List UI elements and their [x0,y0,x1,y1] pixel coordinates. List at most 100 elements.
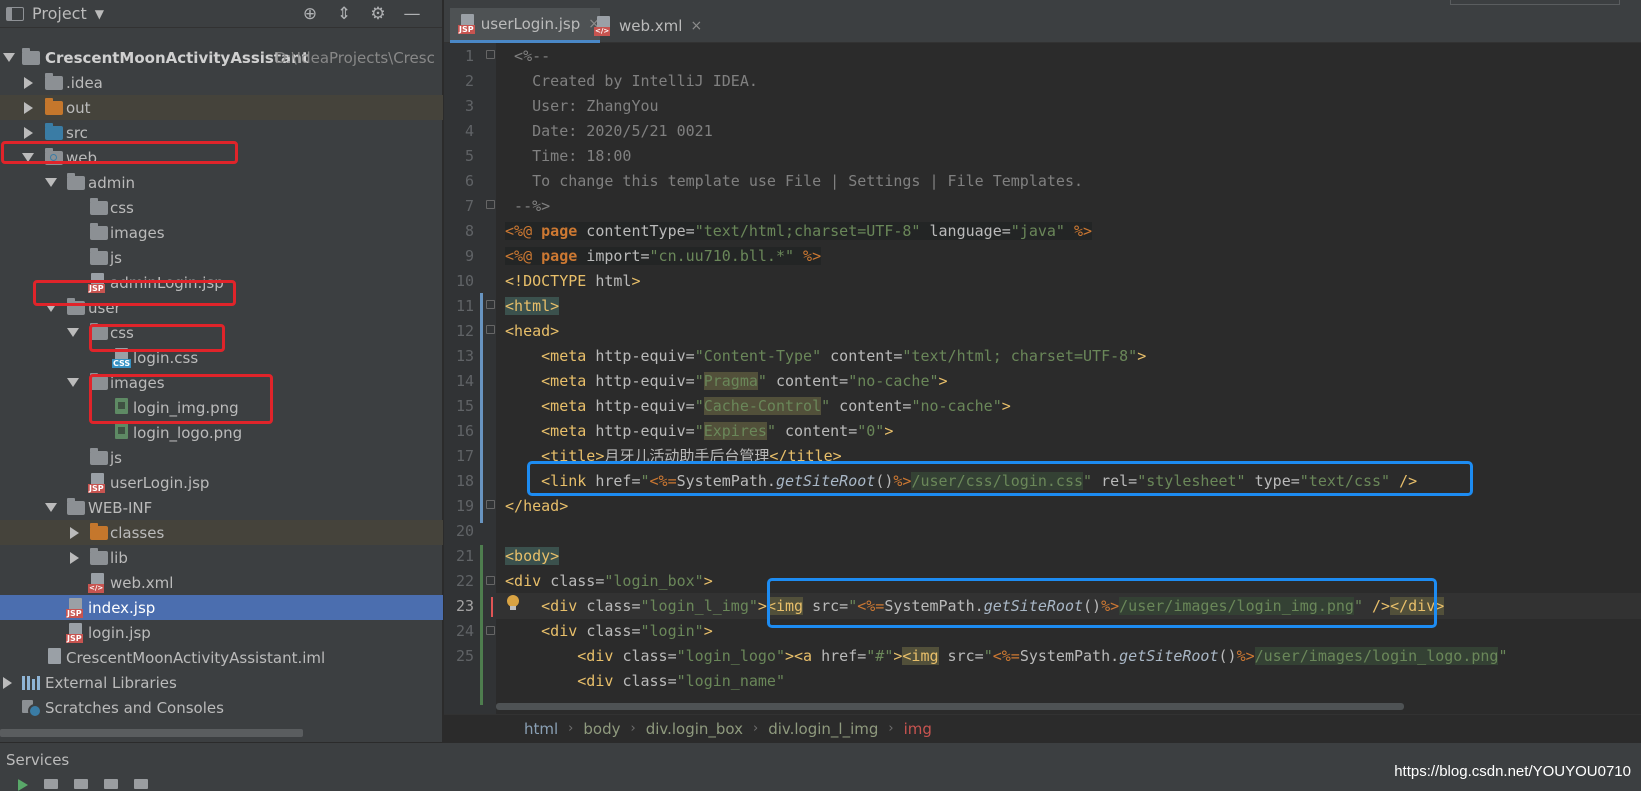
jsp-file-icon: JSP [458,14,475,34]
expand-arrow-icon[interactable] [67,328,79,337]
excluded-folder-icon [90,523,108,540]
line-number: 21 [455,547,474,565]
tree-item-classes[interactable]: classes [0,520,443,545]
tab-label: web.xml [619,16,683,35]
code-line: <%@ page import="cn.uu710.bll.*" %> [505,247,822,265]
tree-item-login-jsp[interactable]: JSP login.jsp [0,620,443,645]
tree-item-label: CrescentMoonActivityAssistant [45,48,309,67]
fold-marker-icon[interactable] [486,300,495,309]
fold-marker-icon[interactable] [486,325,495,334]
scratches-icon [22,698,42,718]
pause-icon[interactable] [74,779,88,789]
watermark: https://blog.csdn.net/YOUYOU0710 [1394,763,1631,780]
breadcrumb-item-login-box[interactable]: div.login_box [646,720,743,738]
annotation-box-img-line [767,578,1437,628]
expand-arrow-icon[interactable] [45,503,57,512]
tree-item-label: .idea [66,73,103,92]
tree-item-label: login_logo.png [133,423,243,442]
tree-item-label: js [110,248,122,267]
folder-icon [67,498,85,515]
line-number: 17 [455,447,474,465]
xml-file-icon: </> [88,573,106,593]
expand-arrow-icon[interactable] [3,53,15,62]
annotation-box-web [1,141,238,164]
editor-tab-bar: JSP userLogin.jsp × </> web.xml × [444,0,1641,43]
folder-icon [90,248,108,265]
expand-arrow-icon[interactable] [45,178,57,187]
tab-web-xml[interactable]: </> web.xml × [586,8,706,43]
tree-item-lib[interactable]: lib [0,545,443,570]
tree-item-label: classes [110,523,165,542]
tree-item-admin-css[interactable]: css [0,195,443,220]
line-number: 15 [455,397,474,415]
layout-icon[interactable] [134,779,148,789]
tree-item-web-xml[interactable]: </> web.xml [0,570,443,595]
editor-horizontal-scrollbar[interactable] [496,701,1641,711]
expand-arrow-icon[interactable] [67,378,79,387]
run-icon[interactable] [18,779,28,791]
tree-item-out[interactable]: out [0,95,443,120]
services-tool-window: Services https://blog.csdn.net/YOUYOU071… [0,742,1641,791]
expand-arrow-icon[interactable] [24,126,33,139]
line-number: 25 [455,647,474,665]
project-horizontal-scrollbar[interactable] [0,729,303,737]
expand-arrow-icon[interactable] [24,76,33,89]
code-line: Time: 18:00 [496,147,632,165]
fold-marker-icon[interactable] [486,200,495,209]
locate-icon[interactable]: ⊕ [300,4,320,24]
collapse-icon[interactable] [44,779,58,789]
gear-icon[interactable]: ⚙ [368,4,388,24]
code-line: <meta http-equiv="Pragma" content="no-ca… [541,372,948,390]
line-number: 19 [455,497,474,515]
tree-item-user-js[interactable]: js [0,445,443,470]
folder-icon [67,173,85,190]
line-number: 1 [464,47,474,65]
tree-item-admin[interactable]: admin [0,170,443,195]
expand-arrow-icon[interactable] [24,101,33,114]
tree-item-label: index.jsp [88,598,156,617]
line-number: 16 [455,422,474,440]
line-number: 14 [455,372,474,390]
breadcrumb-item-img[interactable]: img [904,720,932,738]
tree-item-index-jsp[interactable]: JSP index.jsp [0,595,443,620]
folder-icon [90,198,108,215]
tree-item-idea[interactable]: .idea [0,70,443,95]
hide-icon[interactable]: — [402,4,422,24]
tab-userlogin-jsp[interactable]: JSP userLogin.jsp × [450,8,600,43]
line-number: 8 [464,222,474,240]
fold-marker-icon[interactable] [486,576,495,585]
fold-marker-icon[interactable] [486,50,495,59]
services-title[interactable]: Services [6,751,69,769]
project-panel-title[interactable]: Project [32,4,87,23]
tree-item-external-libraries[interactable]: External Libraries [0,670,443,695]
tree-item-label: js [110,448,122,467]
tree-item-admin-images[interactable]: images [0,220,443,245]
chevron-down-icon[interactable]: ▼ [95,7,104,21]
line-number: 23 [455,597,474,615]
line-number: 18 [455,472,474,490]
tree-item-web-inf[interactable]: WEB-INF [0,495,443,520]
fold-marker-icon[interactable] [486,500,495,509]
collapse-all-icon[interactable]: ⇕ [334,4,354,24]
fold-marker-icon[interactable] [486,626,495,635]
breadcrumb-item-html[interactable]: html [524,720,558,738]
lightbulb-icon[interactable] [506,595,520,611]
expand-arrow-icon[interactable] [70,551,79,564]
line-number: 20 [455,522,474,540]
tree-item-admin-js[interactable]: js [0,245,443,270]
code-line: <meta http-equiv="Content-Type" content=… [541,347,1147,365]
expand-arrow-icon[interactable] [3,676,12,689]
close-icon[interactable]: × [690,18,702,34]
tree-item-iml[interactable]: CrescentMoonActivityAssistant.iml [0,645,443,670]
expand-arrow-icon[interactable] [70,526,79,539]
project-panel-icon [6,6,24,21]
breadcrumb-item-login-l-img[interactable]: div.login_l_img [768,720,878,738]
filter-icon[interactable] [104,779,118,789]
tree-item-scratches[interactable]: Scratches and Consoles [0,695,443,720]
jsp-file-icon: JSP [66,598,84,618]
tree-item-userlogin-jsp[interactable]: JSP userLogin.jsp [0,470,443,495]
tree-item-project-root[interactable]: CrescentMoonActivityAssistant D:\IdeaPro… [0,45,443,70]
breadcrumb-item-body[interactable]: body [583,720,620,738]
tree-item-label: css [110,198,134,217]
tree-item-label: CrescentMoonActivityAssistant.iml [66,648,326,667]
